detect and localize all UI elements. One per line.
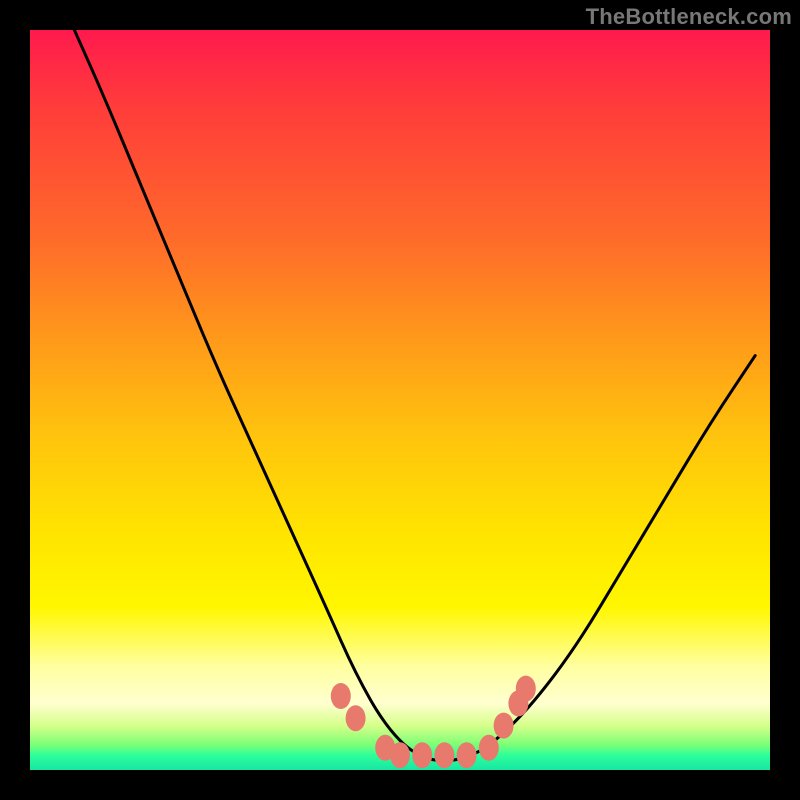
marker-group — [331, 676, 536, 769]
watermark-text: TheBottleneck.com — [586, 4, 792, 30]
curve-marker — [516, 676, 536, 702]
curve-marker — [434, 742, 454, 768]
curve-marker — [346, 705, 366, 731]
bottleneck-curve-line — [74, 30, 755, 761]
chart-svg — [30, 30, 770, 770]
curve-marker — [331, 683, 351, 709]
curve-marker — [494, 713, 514, 739]
curve-marker — [479, 735, 499, 761]
chart-frame: TheBottleneck.com — [0, 0, 800, 800]
plot-area — [30, 30, 770, 770]
curve-marker — [390, 742, 410, 768]
curve-marker — [457, 742, 477, 768]
curve-marker — [412, 742, 432, 768]
